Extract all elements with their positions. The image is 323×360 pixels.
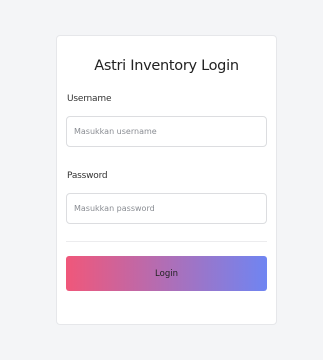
password-label: Password [67,171,108,181]
username-input[interactable] [66,116,267,147]
login-button[interactable]: Login [66,256,267,291]
password-input[interactable] [66,193,267,224]
login-title: Astri Inventory Login [94,58,239,74]
form-divider [66,241,267,242]
login-card: Astri Inventory Login Username Password … [56,35,277,325]
login-page: { "login": { "title": "Astri Inventory L… [0,0,323,360]
username-label: Username [67,94,112,104]
